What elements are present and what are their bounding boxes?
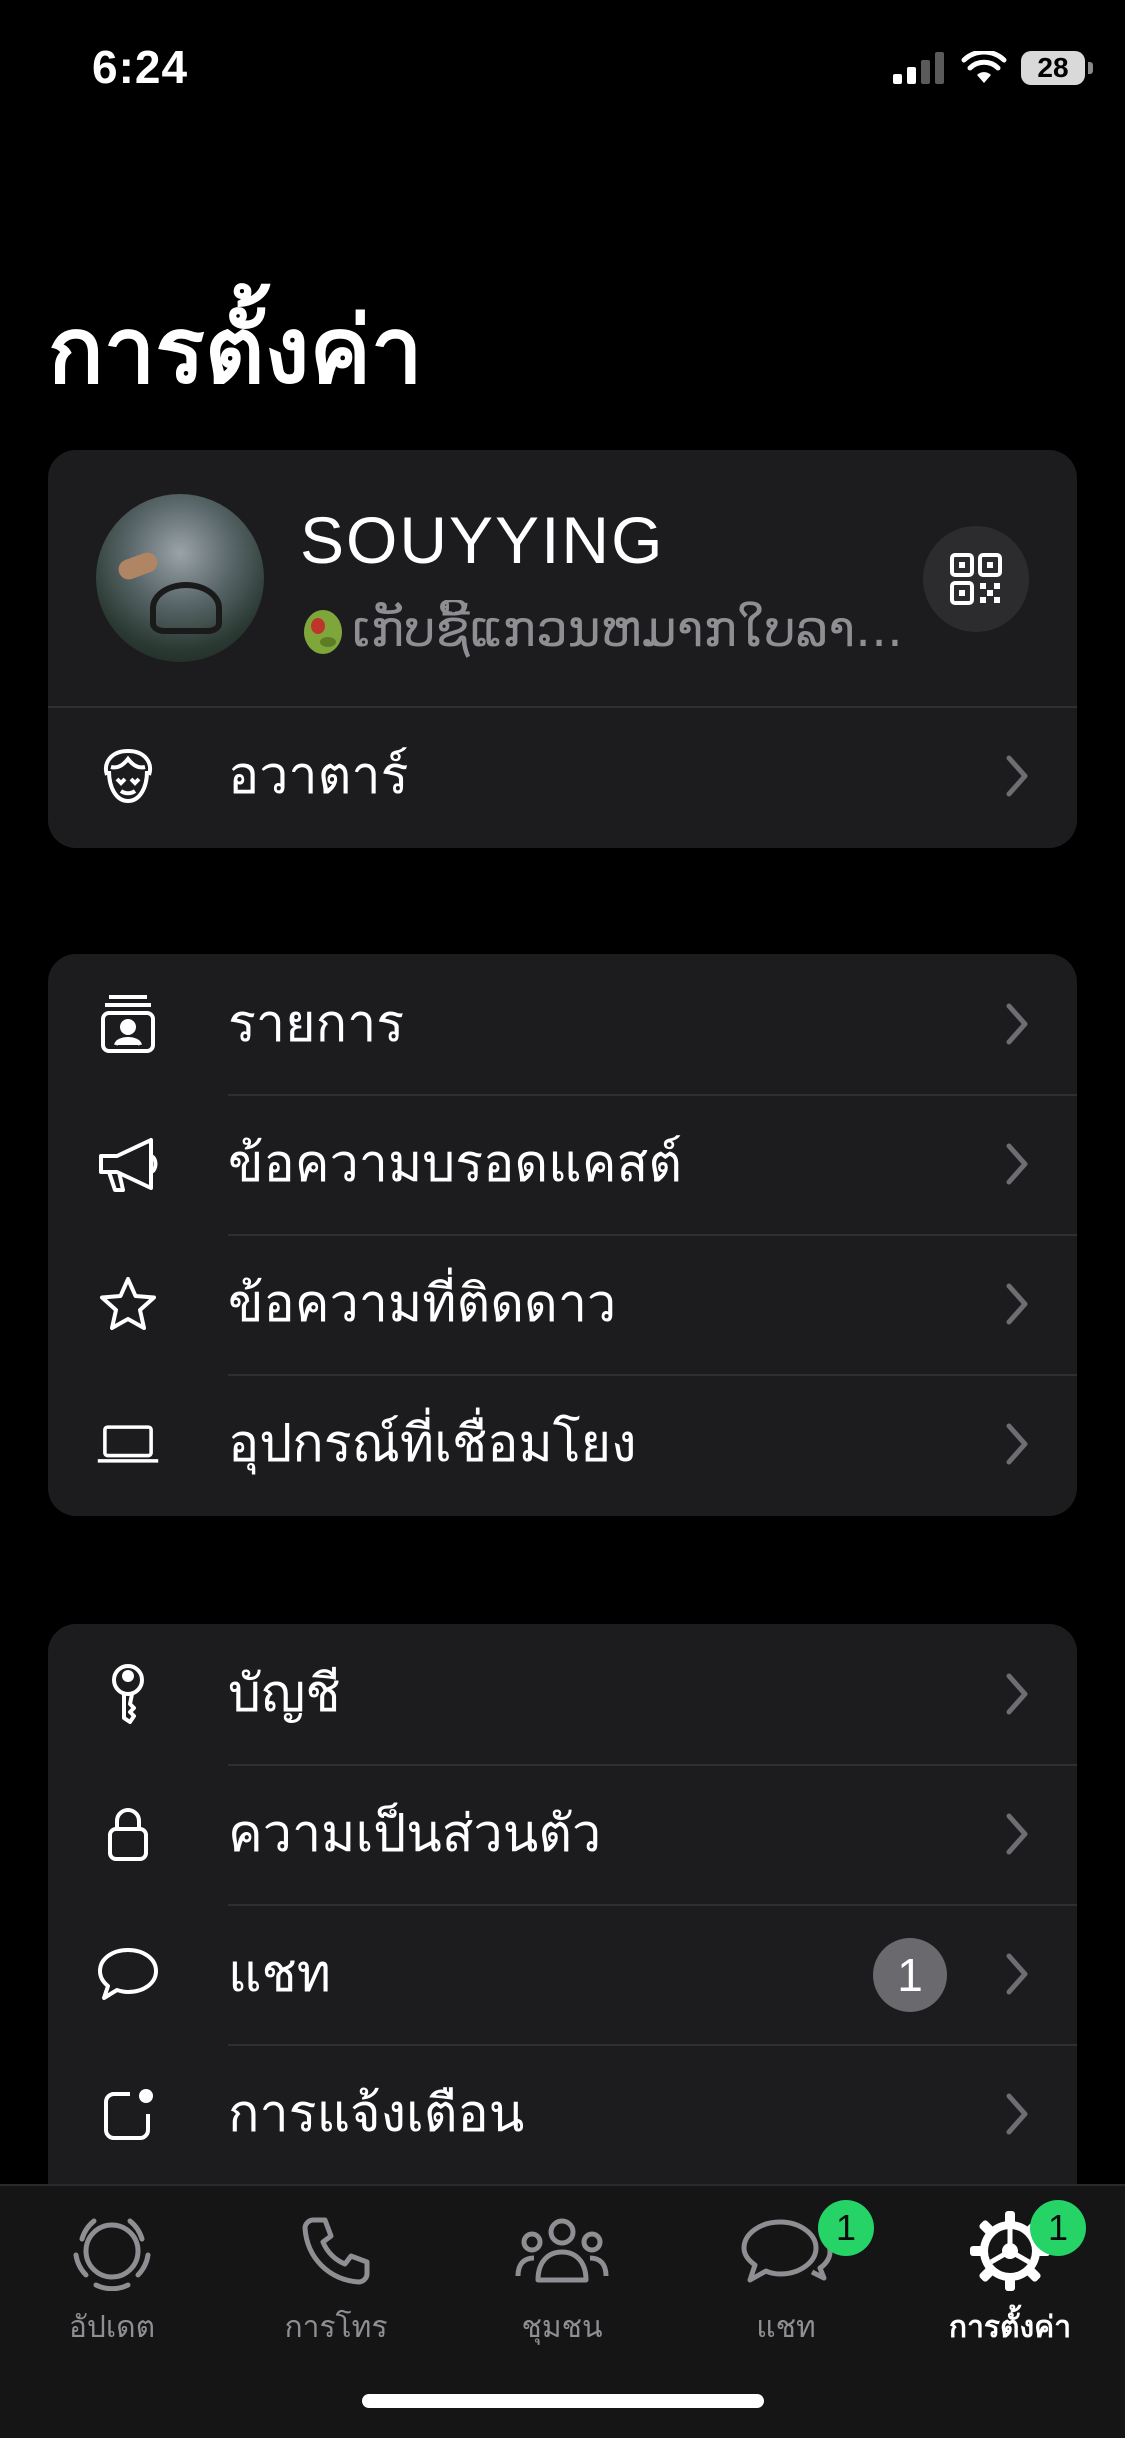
tab-calls[interactable]: การโทร [236, 2206, 436, 2366]
chevron-right-icon [1006, 1953, 1028, 1995]
chevron-right-icon [1006, 1813, 1028, 1855]
tab-badge: 1 [1030, 2200, 1086, 2256]
status-time: 6:24 [92, 41, 189, 93]
unread-badge: 1 [873, 1938, 947, 2012]
star-icon [96, 1272, 160, 1336]
settings-item-account[interactable]: บัญชี [48, 1624, 1077, 1764]
settings-item-notifications[interactable]: การแจ้งเตือน [48, 2044, 1077, 2184]
contact-list-icon [96, 992, 160, 1056]
tab-communities[interactable]: ชุมชน [462, 2206, 662, 2366]
profile-avatar[interactable] [96, 494, 264, 662]
tab-chats[interactable]: 1 แชท [686, 2200, 886, 2366]
settings-group-2: บัญชี ความเป็นส่วนตัว แชท 1 การแจ้งเตือน [48, 1624, 1077, 2244]
wifi-icon [961, 51, 1007, 83]
tab-label: การโทร [284, 2310, 388, 2345]
tab-label: อัปเดต [68, 2310, 156, 2345]
settings-item-label: อวาตาร์ [228, 746, 409, 806]
status-bar: 6:24 28 [0, 0, 1125, 140]
tab-label: ชุมชน [521, 2310, 603, 2345]
qr-code-icon [950, 553, 1002, 605]
updates-icon [62, 2206, 162, 2296]
profile-status: ເກັບຊີ້ແກວນຫມາກໃບລາ... [300, 600, 950, 658]
lock-icon [96, 1802, 160, 1866]
settings-group-1: รายการ ข้อความบรอดแคสต์ ข้อความที่ติดดาว [48, 954, 1077, 1516]
megaphone-icon [96, 1132, 160, 1196]
olive-emoji-icon [304, 610, 342, 654]
page-title: การตั้งค่า [48, 297, 423, 404]
phone-icon [286, 2206, 386, 2296]
settings-item-lists[interactable]: รายการ [48, 954, 1077, 1094]
settings-item-label: ข้อความที่ติดดาว [228, 1274, 617, 1334]
tab-badge: 1 [818, 2200, 874, 2256]
profile-name: SOUYYING [300, 503, 665, 577]
chat-bubble-icon [96, 1942, 160, 2006]
chevron-right-icon [1006, 2093, 1028, 2135]
settings-item-linked-devices[interactable]: อุปกรณ์ที่เชื่อมโยง [48, 1374, 1077, 1514]
chevron-right-icon [1006, 1673, 1028, 1715]
chevron-right-icon [1006, 1423, 1028, 1465]
settings-item-label: การแจ้งเตือน [228, 2084, 525, 2144]
cellular-signal-icon [893, 52, 944, 84]
settings-item-broadcast[interactable]: ข้อความบรอดแคสต์ [48, 1094, 1077, 1234]
status-icons: 28 [893, 48, 1093, 88]
tab-label: แชท [756, 2310, 816, 2345]
chevron-right-icon [1006, 1143, 1028, 1185]
chevron-right-icon [1006, 1283, 1028, 1325]
tab-updates[interactable]: อัปเดต [12, 2206, 212, 2366]
profile-status-text: ເກັບຊີ້ແກວນຫມາກໃບລາ... [352, 600, 903, 658]
tab-label: การตั้งค่า [948, 2310, 1072, 2345]
profile-card: SOUYYING ເກັບຊີ້ແກວນຫມາກໃບລາ... อวาตาร์ [48, 450, 1077, 848]
tab-settings[interactable]: 1 การตั้งค่า [910, 2200, 1110, 2366]
settings-item-avatar[interactable]: อวาตาร์ [48, 706, 1077, 846]
key-icon [96, 1662, 160, 1726]
settings-item-privacy[interactable]: ความเป็นส่วนตัว [48, 1764, 1077, 1904]
chevron-right-icon [1006, 755, 1028, 797]
profile-row[interactable]: SOUYYING ເກັບຊີ້ແກວນຫມາກໃບລາ... [48, 450, 1077, 706]
home-indicator[interactable] [362, 2394, 764, 2408]
settings-item-chats[interactable]: แชท 1 [48, 1904, 1077, 2044]
settings-item-label: อุปกรณ์ที่เชื่อมโยง [228, 1414, 637, 1474]
settings-item-label: แชท [228, 1944, 332, 2004]
chevron-right-icon [1006, 1003, 1028, 1045]
settings-item-label: บัญชี [228, 1664, 341, 1724]
avatar-face-icon [96, 744, 160, 808]
settings-item-label: ข้อความบรอดแคสต์ [228, 1134, 682, 1194]
settings-item-label: ความเป็นส่วนตัว [228, 1804, 602, 1864]
notification-icon [96, 2082, 160, 2146]
battery-icon: 28 [1021, 51, 1093, 85]
settings-item-label: รายการ [228, 994, 405, 1054]
settings-item-starred[interactable]: ข้อความที่ติดดาว [48, 1234, 1077, 1374]
laptop-icon [96, 1412, 160, 1476]
communities-icon [512, 2206, 612, 2296]
qr-code-button[interactable] [923, 526, 1029, 632]
